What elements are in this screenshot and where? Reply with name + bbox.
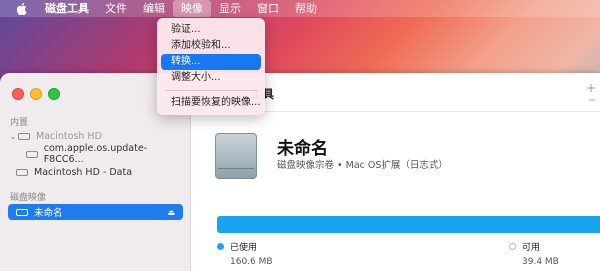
hard-disk-icon: [18, 132, 30, 140]
volume-subtitle: 磁盘映像宗卷 • Mac OS扩展（日志式）: [277, 160, 448, 171]
volume-name: 未命名: [277, 139, 328, 159]
sidebar-item-label: com.apple.os.update-F8CC6...: [43, 143, 148, 165]
hard-disk-icon: [16, 208, 28, 216]
menu-item-verify[interactable]: 验证...: [161, 22, 261, 38]
free-dot-icon: [509, 243, 516, 250]
sidebar-item-os-update[interactable]: com.apple.os.update-F8CC6...: [26, 143, 183, 165]
menu-separator: [165, 90, 257, 91]
used-dot-icon: [217, 243, 224, 250]
menu-app-name[interactable]: 磁盘工具: [37, 0, 97, 17]
hard-disk-icon: [16, 168, 28, 176]
menu-edit[interactable]: 编辑: [135, 0, 173, 17]
hard-disk-icon: [26, 150, 38, 158]
menu-item-resize[interactable]: 调整大小...: [161, 70, 261, 86]
menu-bar: 磁盘工具 文件 编辑 映像 显示 窗口 帮助: [0, 0, 600, 17]
section-internal-label: 内置: [10, 118, 29, 128]
sidebar-item-label: Macintosh HD: [36, 130, 102, 142]
used-value: 160.6 MB: [230, 257, 273, 267]
used-label: 已使用: [230, 243, 258, 253]
free-legend: 可用: [509, 240, 540, 253]
remove-volume-icon[interactable]: −: [588, 95, 596, 106]
sidebar-item-macintosh-hd-data[interactable]: Macintosh HD - Data: [16, 164, 183, 180]
sidebar-item-untitled[interactable]: 未命名 ⏏: [8, 204, 183, 220]
window-controls: [12, 88, 60, 100]
menu-item-scan-restore[interactable]: 扫描要恢复的映像...: [161, 95, 261, 111]
menu-item-add-checksum[interactable]: 添加校验和...: [161, 38, 261, 54]
menu-file[interactable]: 文件: [97, 0, 135, 17]
apple-logo-icon[interactable]: [15, 2, 27, 15]
menu-image[interactable]: 映像: [173, 0, 211, 17]
free-value: 39.4 MB: [522, 257, 559, 267]
section-images-label: 磁盘映像: [10, 193, 47, 203]
add-volume-icon[interactable]: +: [586, 81, 596, 95]
disk-utility-window: 内置 ⌄ Macintosh HD com.apple.os.update-F8…: [0, 73, 600, 271]
chevron-down-icon[interactable]: ⌄: [8, 132, 18, 141]
zoom-button[interactable]: [48, 88, 60, 100]
used-legend: 已使用: [217, 240, 257, 253]
sidebar-item-label: 未命名: [34, 208, 63, 219]
close-button[interactable]: [12, 88, 24, 100]
minimize-button[interactable]: [30, 88, 42, 100]
menu-view[interactable]: 显示: [211, 0, 249, 17]
sidebar-item-label: Macintosh HD - Data: [34, 166, 133, 178]
menu-help[interactable]: 帮助: [287, 0, 325, 17]
usage-bar: [217, 216, 600, 233]
menu-window[interactable]: 窗口: [249, 0, 287, 17]
volume-disk-icon: [215, 133, 257, 179]
eject-icon[interactable]: ⏏: [167, 208, 175, 217]
free-label: 可用: [522, 243, 541, 253]
sidebar-item-macintosh-hd[interactable]: ⌄ Macintosh HD: [8, 128, 183, 144]
menu-item-convert[interactable]: 转换...: [161, 54, 261, 70]
image-menu-dropdown: 验证... 添加校验和... 转换... 调整大小... 扫描要恢复的映像...: [157, 18, 265, 115]
